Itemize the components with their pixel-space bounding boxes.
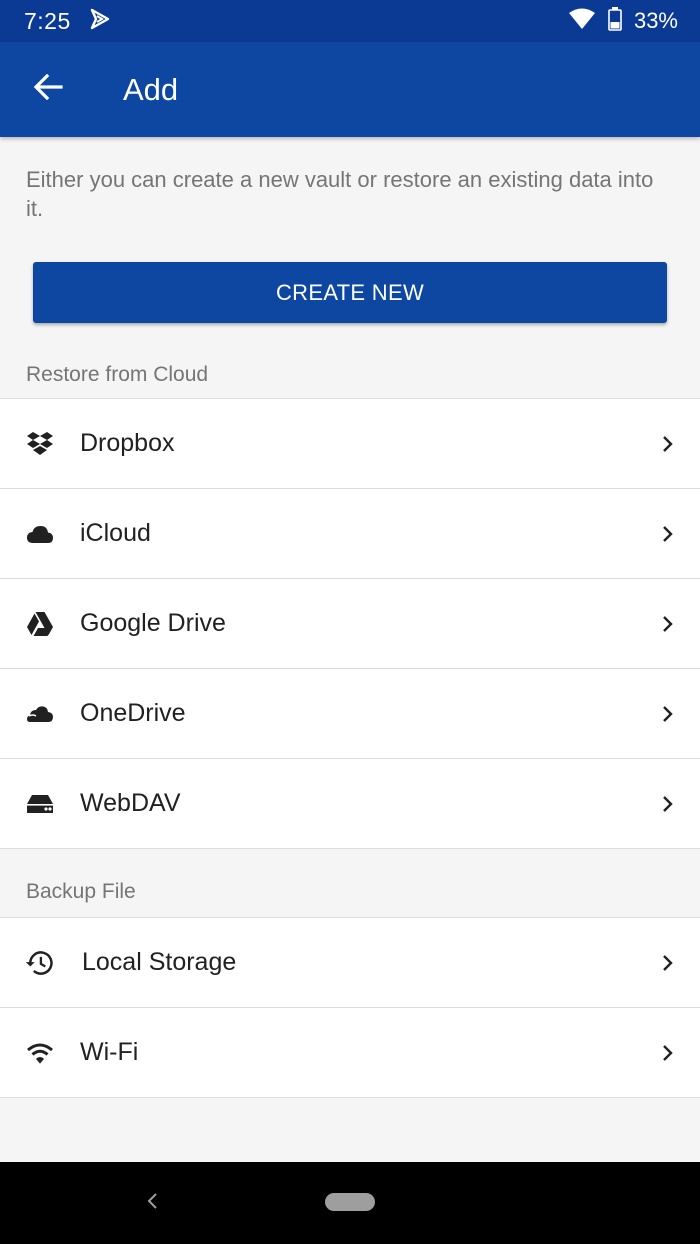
chevron-right-icon xyxy=(658,794,678,814)
onedrive-icon xyxy=(25,699,55,729)
chevron-right-icon xyxy=(658,1043,678,1063)
battery-icon xyxy=(608,6,622,36)
section-header-cloud: Restore from Cloud xyxy=(26,363,209,386)
list-item-google-drive[interactable]: Google Drive xyxy=(0,579,700,669)
chevron-left-icon xyxy=(146,1192,158,1215)
dropbox-icon xyxy=(25,429,55,459)
page-title: Add xyxy=(123,71,179,107)
status-left: 7:25 xyxy=(24,8,111,35)
chevron-right-icon xyxy=(658,524,678,544)
list-item-wifi[interactable]: Wi-Fi xyxy=(0,1008,700,1098)
list-item-webdav[interactable]: WebDAV xyxy=(0,759,700,849)
google-drive-icon xyxy=(25,609,55,639)
wifi-icon xyxy=(25,1038,55,1068)
list-item-label: Local Storage xyxy=(82,948,237,976)
nav-back-button[interactable] xyxy=(140,1188,164,1218)
list-item-label: Wi-Fi xyxy=(80,1038,139,1066)
battery-percent: 33% xyxy=(633,8,678,33)
list-item-label: WebDAV xyxy=(80,789,181,817)
arrow-back-icon xyxy=(33,73,63,105)
main-content: Either you can create a new vault or res… xyxy=(0,137,700,1098)
list-item-label: Dropbox xyxy=(80,429,175,457)
server-drive-icon xyxy=(25,789,55,819)
description-text: Either you can create a new vault or res… xyxy=(26,167,654,221)
status-bar: 7:25 33% xyxy=(0,0,700,42)
chevron-right-icon xyxy=(658,614,678,634)
list-item-label: Google Drive xyxy=(80,609,226,637)
cloud-icon xyxy=(25,519,55,549)
back-button[interactable] xyxy=(0,42,96,137)
list-item-local-storage[interactable]: Local Storage xyxy=(0,918,700,1008)
create-new-button[interactable]: CREATE NEW xyxy=(33,262,667,323)
list-item-label: OneDrive xyxy=(80,699,186,727)
notification-icon xyxy=(89,8,111,35)
list-item-dropbox[interactable]: Dropbox xyxy=(0,399,700,489)
status-time: 7:25 xyxy=(24,7,71,34)
list-item-label: iCloud xyxy=(80,519,151,547)
chevron-right-icon xyxy=(658,704,678,724)
system-nav-bar xyxy=(0,1162,700,1244)
history-icon xyxy=(25,948,55,978)
cloud-list: Dropbox iCloud Google Drive OneDrive Web… xyxy=(0,398,700,849)
list-item-icloud[interactable]: iCloud xyxy=(0,489,700,579)
section-header-backup: Backup File xyxy=(26,880,136,903)
list-item-onedrive[interactable]: OneDrive xyxy=(0,669,700,759)
chevron-right-icon xyxy=(658,434,678,454)
backup-list: Local Storage Wi-Fi xyxy=(0,917,700,1098)
status-right: 33% xyxy=(568,6,678,36)
nav-home-pill[interactable] xyxy=(325,1193,375,1211)
wifi-status-icon xyxy=(568,8,596,35)
chevron-right-icon xyxy=(658,953,678,973)
app-bar: Add xyxy=(0,42,700,137)
